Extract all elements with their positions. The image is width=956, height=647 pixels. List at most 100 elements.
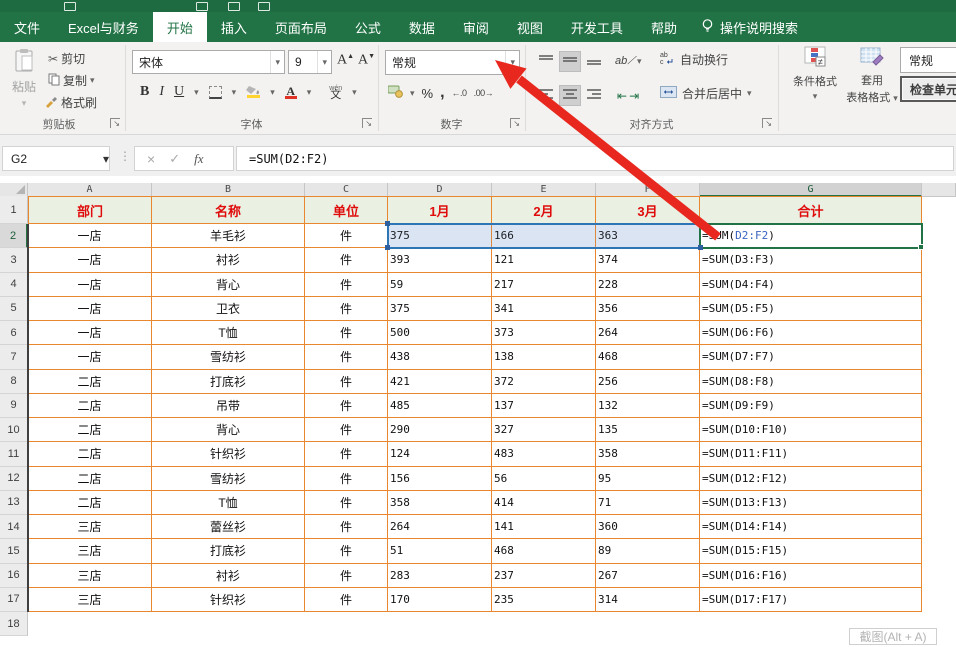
cell-D10[interactable]: 290 — [388, 418, 492, 442]
tab-formulas[interactable]: 公式 — [341, 12, 395, 42]
cell-C15[interactable]: 件 — [305, 539, 388, 563]
orientation-dropdown-icon[interactable]: ▾ — [637, 56, 642, 67]
cell-G15[interactable]: =SUM(D15:F15) — [700, 539, 922, 563]
cell-D6[interactable]: 500 — [388, 321, 492, 345]
row-header-9[interactable]: 9 — [0, 394, 28, 418]
range-handle-icon[interactable] — [385, 245, 390, 250]
cell-style-normal[interactable]: 常规 — [900, 47, 956, 73]
cell-F17[interactable]: 314 — [596, 588, 700, 612]
cell-G13[interactable]: =SUM(D13:F13) — [700, 491, 922, 515]
cell-B12[interactable]: 雪纺衫 — [152, 467, 305, 491]
cell-D9[interactable]: 485 — [388, 394, 492, 418]
select-all-corner[interactable] — [0, 183, 28, 197]
format-as-table-button[interactable]: 套用 表格格式 ▾ — [846, 46, 898, 105]
cell-E16[interactable]: 237 — [492, 564, 596, 588]
cell-G7[interactable]: =SUM(D7:F7) — [700, 345, 922, 369]
cell-B6[interactable]: T恤 — [152, 321, 305, 345]
tab-home[interactable]: 开始 — [153, 12, 207, 42]
cell-D16[interactable]: 283 — [388, 564, 492, 588]
cell-E12[interactable]: 56 — [492, 467, 596, 491]
tab-file[interactable]: 文件 — [0, 12, 54, 42]
tab-excel-finance[interactable]: Excel与财务 — [54, 12, 153, 42]
comma-style-button[interactable]: , — [440, 84, 444, 102]
cell-C10[interactable]: 件 — [305, 418, 388, 442]
row-header-10[interactable]: 10 — [0, 418, 28, 442]
cell-A7[interactable]: 一店 — [28, 345, 152, 369]
row-header-15[interactable]: 15 — [0, 539, 28, 563]
cell-A12[interactable]: 二店 — [28, 467, 152, 491]
font-color-icon[interactable]: A — [285, 86, 297, 99]
align-left-icon[interactable] — [535, 85, 557, 106]
cell-G6[interactable]: =SUM(D6:F6) — [700, 321, 922, 345]
cell-F8[interactable]: 256 — [596, 370, 700, 394]
cell-A11[interactable]: 二店 — [28, 442, 152, 466]
cell-F15[interactable]: 89 — [596, 539, 700, 563]
accounting-dropdown-icon[interactable]: ▾ — [410, 88, 415, 99]
underline-dropdown-icon[interactable]: ▾ — [194, 87, 199, 98]
range-handle-icon[interactable] — [698, 221, 703, 226]
tab-developer[interactable]: 开发工具 — [557, 12, 637, 42]
cell-D14[interactable]: 264 — [388, 515, 492, 539]
row-header-2[interactable]: 2 — [0, 224, 28, 248]
shrink-font-button[interactable]: A▼ — [358, 52, 375, 69]
cell-G9[interactable]: =SUM(D9:F9) — [700, 394, 922, 418]
cell-F7[interactable]: 468 — [596, 345, 700, 369]
cell-G8[interactable]: =SUM(D8:F8) — [700, 370, 922, 394]
cell-F12[interactable]: 95 — [596, 467, 700, 491]
cell-E7[interactable]: 138 — [492, 345, 596, 369]
header-cell-G1[interactable]: 合计 — [700, 196, 922, 224]
cell-G16[interactable]: =SUM(D16:F16) — [700, 564, 922, 588]
cell-A13[interactable]: 二店 — [28, 491, 152, 515]
column-header-F[interactable]: F — [596, 183, 700, 197]
align-top-icon[interactable] — [535, 51, 557, 72]
column-header-C[interactable]: C — [305, 183, 388, 197]
cell-C2[interactable]: 件 — [305, 224, 388, 248]
merge-center-button[interactable]: 合并后居中 ▾ — [660, 85, 752, 102]
tab-data[interactable]: 数据 — [395, 12, 449, 42]
phonetic-dropdown-icon[interactable]: ▾ — [352, 87, 357, 98]
cell-E9[interactable]: 137 — [492, 394, 596, 418]
row-header-18[interactable]: 18 — [0, 612, 28, 636]
column-header-A[interactable]: A — [28, 183, 152, 197]
cell-B14[interactable]: 蕾丝衫 — [152, 515, 305, 539]
cell-G4[interactable]: =SUM(D4:F4) — [700, 273, 922, 297]
font-dialog-launcher-icon[interactable]: ↘ — [362, 118, 372, 128]
align-right-icon[interactable] — [583, 85, 605, 106]
cell-G17[interactable]: =SUM(D17:F17) — [700, 588, 922, 612]
cell-E10[interactable]: 327 — [492, 418, 596, 442]
cell-C11[interactable]: 件 — [305, 442, 388, 466]
percent-style-button[interactable]: % — [422, 86, 434, 101]
cell-A8[interactable]: 二店 — [28, 370, 152, 394]
cell-style-check-cell[interactable]: 检查单元 — [900, 76, 956, 102]
cell-B8[interactable]: 打底衫 — [152, 370, 305, 394]
cell-A9[interactable]: 二店 — [28, 394, 152, 418]
cell-D17[interactable]: 170 — [388, 588, 492, 612]
borders-icon[interactable] — [209, 86, 222, 99]
name-box[interactable]: G2 ▾ — [2, 146, 110, 171]
cell-C7[interactable]: 件 — [305, 345, 388, 369]
cell-A2[interactable]: 一店 — [28, 224, 152, 248]
font-name-combo[interactable]: 宋体▾ — [132, 50, 285, 74]
cell-C6[interactable]: 件 — [305, 321, 388, 345]
cell-C4[interactable]: 件 — [305, 273, 388, 297]
range-handle-icon[interactable] — [385, 221, 390, 226]
row-header-1[interactable]: 1 — [0, 196, 28, 224]
cell-F11[interactable]: 358 — [596, 442, 700, 466]
cell-D4[interactable]: 59 — [388, 273, 492, 297]
grow-font-button[interactable]: A▲ — [337, 52, 354, 69]
column-header-B[interactable]: B — [152, 183, 305, 197]
number-format-combo[interactable]: 常规▾ — [385, 50, 520, 75]
cell-A10[interactable]: 二店 — [28, 418, 152, 442]
row-header-4[interactable]: 4 — [0, 273, 28, 297]
cell-E8[interactable]: 372 — [492, 370, 596, 394]
cell-D5[interactable]: 375 — [388, 297, 492, 321]
new-file-icon[interactable] — [196, 2, 208, 11]
enter-icon[interactable]: ✓ — [169, 151, 180, 167]
row-header-6[interactable]: 6 — [0, 321, 28, 345]
tab-review[interactable]: 审阅 — [449, 12, 503, 42]
row-header-7[interactable]: 7 — [0, 345, 28, 369]
cell-F13[interactable]: 71 — [596, 491, 700, 515]
cell-G5[interactable]: =SUM(D5:F5) — [700, 297, 922, 321]
cell-B13[interactable]: T恤 — [152, 491, 305, 515]
cell-E6[interactable]: 373 — [492, 321, 596, 345]
